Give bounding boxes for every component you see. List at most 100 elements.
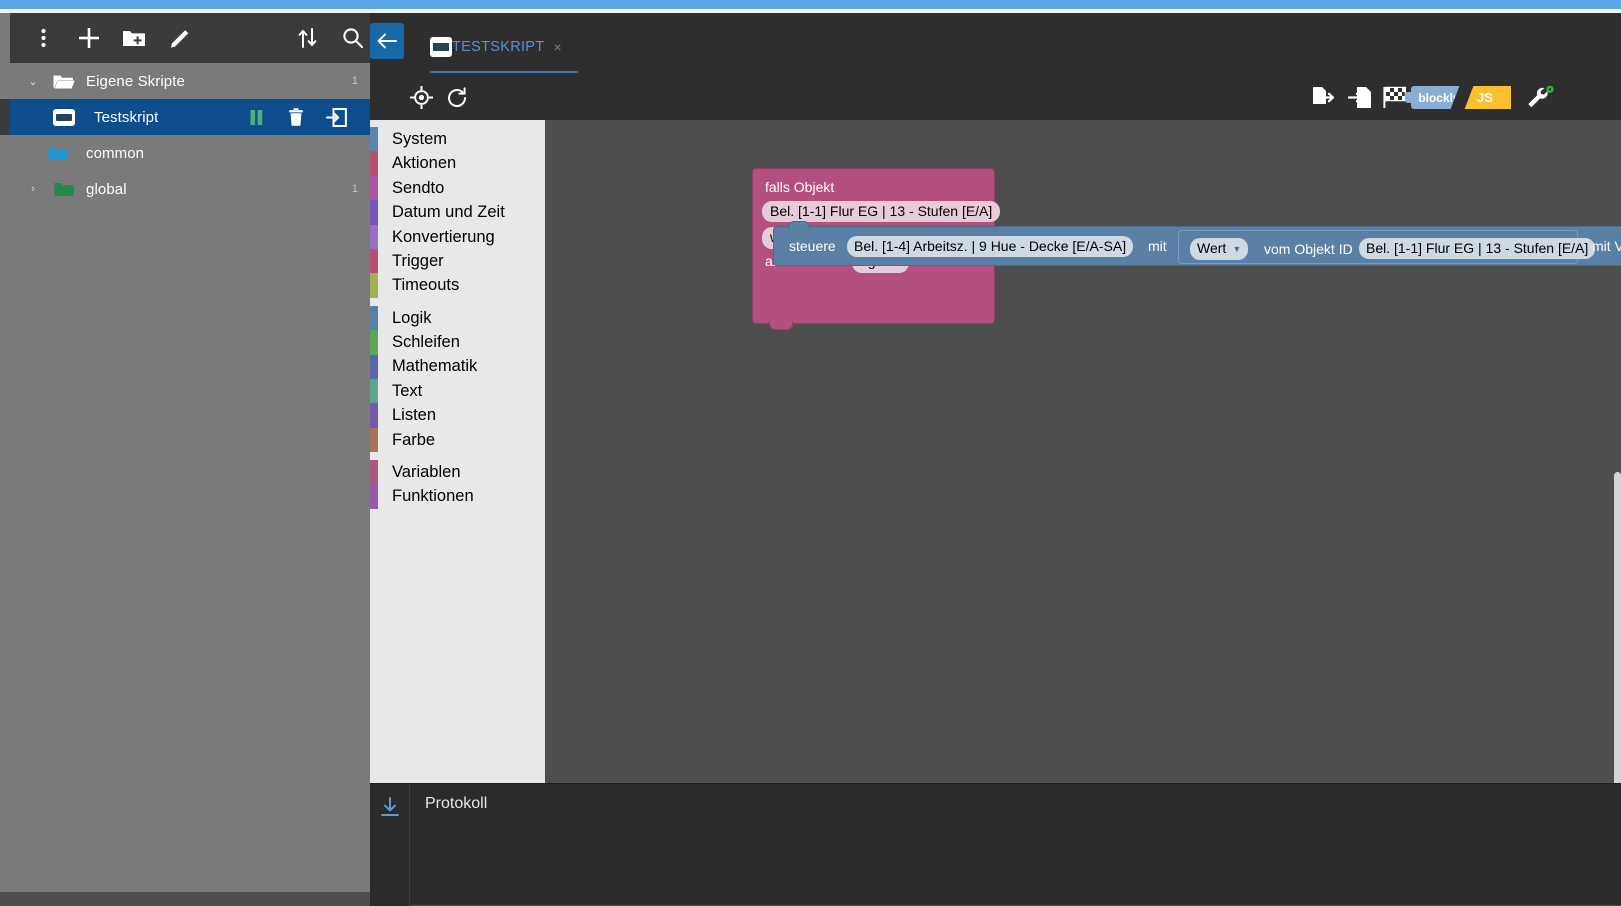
tab-label: TESTSKRIPT bbox=[452, 39, 545, 55]
new-script-button[interactable] bbox=[66, 13, 112, 63]
block-control-state[interactable]: steuere Bel. [1-4] Arbeitsz. | 9 Hue - D… bbox=[773, 221, 1621, 266]
category-label: Farbe bbox=[392, 430, 436, 449]
search-button[interactable] bbox=[330, 13, 370, 63]
tree-item-global[interactable]: › global 1 bbox=[0, 171, 370, 207]
arrow-into-box-icon bbox=[325, 107, 347, 127]
tree-item-eigene-skripte[interactable]: ⌄ Eigene Skripte 1 bbox=[0, 63, 370, 99]
back-button[interactable] bbox=[370, 23, 404, 59]
chevron-down-icon: ▼ bbox=[1232, 244, 1242, 255]
blockly-workspace-area: System Aktionen Sendto Datum und Zeit Ko… bbox=[370, 120, 1621, 783]
dots-vertical-icon bbox=[40, 28, 46, 48]
toolbox-category-farbe[interactable]: Farbe bbox=[370, 427, 545, 453]
folder-open-icon bbox=[48, 73, 80, 90]
import-icon bbox=[1348, 87, 1371, 108]
sort-button[interactable] bbox=[285, 13, 331, 63]
category-label: Listen bbox=[392, 406, 437, 425]
category-color-swatch bbox=[370, 127, 378, 152]
toolbox-category-schleifen[interactable]: Schleifen bbox=[370, 330, 545, 355]
editor-toolbar: blockly JS bbox=[370, 75, 1621, 120]
script-tree: ⌄ Eigene Skripte 1 Testskript common › g… bbox=[0, 63, 370, 892]
script-icon bbox=[48, 108, 80, 126]
toolbox-category-trigger[interactable]: Trigger bbox=[370, 248, 545, 274]
sort-arrows-icon bbox=[298, 28, 317, 48]
tree-row-actions bbox=[236, 99, 370, 135]
sidebar-toolbar bbox=[10, 13, 370, 63]
field-value-source-id[interactable]: Bel. [1-1] Flur EG | 13 - Stufen [E/A] bbox=[1359, 238, 1596, 259]
pause-script-button[interactable] bbox=[236, 99, 276, 135]
toolbox-category-konvertierung[interactable]: Konvertierung bbox=[370, 224, 545, 249]
reload-button[interactable] bbox=[436, 75, 478, 120]
chevron-down-icon[interactable]: ⌄ bbox=[18, 75, 48, 88]
tree-item-count: 1 bbox=[351, 75, 358, 87]
crosshair-icon bbox=[409, 86, 433, 109]
close-icon[interactable]: × bbox=[553, 37, 561, 57]
field-trigger-object-id[interactable]: Bel. [1-1] Flur EG | 13 - Stufen [E/A] bbox=[762, 201, 1001, 222]
toolbox-category-timeouts[interactable]: Timeouts bbox=[370, 273, 545, 298]
toolbox-category-system[interactable]: System bbox=[370, 127, 545, 152]
category-label: Trigger bbox=[392, 251, 444, 270]
protokoll-title: Protokoll bbox=[425, 795, 488, 812]
category-color-swatch bbox=[370, 460, 378, 485]
plus-icon bbox=[79, 28, 99, 48]
block-trigger-title: falls Objekt bbox=[765, 179, 835, 195]
checkered-flag-icon bbox=[1382, 86, 1406, 108]
block-control-with-label: mit bbox=[1148, 238, 1167, 254]
category-color-swatch bbox=[370, 427, 378, 453]
toolbox-category-listen[interactable]: Listen bbox=[370, 403, 545, 428]
category-color-swatch bbox=[370, 224, 378, 249]
app-accent-bar bbox=[0, 0, 1621, 9]
category-label: Konvertierung bbox=[392, 227, 495, 246]
toolbox-category-sendto[interactable]: Sendto bbox=[370, 175, 545, 201]
export-blocks-button[interactable] bbox=[1303, 75, 1343, 120]
download-log-button[interactable] bbox=[379, 796, 401, 818]
folder-plus-icon bbox=[123, 31, 145, 46]
category-color-swatch bbox=[370, 200, 378, 225]
category-label: Funktionen bbox=[392, 487, 474, 506]
tab-testskript[interactable]: TESTSKRIPT × bbox=[430, 25, 578, 73]
field-value-kind[interactable]: Wert ▼ bbox=[1190, 238, 1249, 261]
toolbox-category-mathematik[interactable]: Mathematik bbox=[370, 354, 545, 379]
scripts-sidebar: ⌄ Eigene Skripte 1 Testskript common › g… bbox=[0, 13, 370, 892]
block-value-from-object[interactable]: Wert ▼ vom Objekt ID Bel. [1-1] Flur EG |… bbox=[1178, 230, 1596, 264]
toolbox-category-logik[interactable]: Logik bbox=[370, 305, 545, 331]
category-color-swatch bbox=[370, 403, 378, 428]
search-icon bbox=[343, 28, 364, 49]
category-color-swatch bbox=[370, 354, 378, 379]
category-color-swatch bbox=[370, 305, 378, 331]
export-script-button[interactable] bbox=[316, 99, 356, 135]
workspace-vscrollbar[interactable] bbox=[1614, 472, 1621, 783]
tree-item-testskript[interactable]: Testskript bbox=[0, 99, 370, 135]
category-label: Sendto bbox=[392, 178, 445, 197]
tree-item-label: Eigene Skripte bbox=[86, 72, 185, 90]
toolbox-category-variablen[interactable]: Variablen bbox=[370, 460, 545, 485]
blockly-js-mode-toggle[interactable]: blockly JS bbox=[1405, 85, 1511, 110]
field-text: Wert bbox=[1197, 240, 1227, 256]
category-color-swatch bbox=[370, 330, 378, 355]
toolbox-category-text[interactable]: Text bbox=[370, 378, 545, 404]
arrow-left-icon bbox=[377, 33, 397, 49]
category-label: Variablen bbox=[392, 463, 461, 482]
blockly-canvas[interactable]: falls Objekt Bel. [1-1] Flur EG | 13 - S… bbox=[545, 120, 1621, 783]
more-menu-button[interactable] bbox=[20, 13, 66, 63]
tree-item-count: 1 bbox=[351, 183, 358, 195]
delete-script-button[interactable] bbox=[276, 99, 316, 135]
script-icon bbox=[430, 37, 452, 57]
pause-icon bbox=[250, 109, 262, 125]
settings-button[interactable] bbox=[1518, 75, 1562, 120]
chevron-right-icon[interactable]: › bbox=[18, 183, 48, 195]
trash-icon bbox=[289, 107, 303, 126]
rename-button[interactable] bbox=[157, 13, 203, 63]
category-color-swatch bbox=[370, 175, 378, 201]
category-label: Logik bbox=[392, 308, 432, 327]
tree-item-label: common bbox=[86, 144, 145, 162]
toolbox-category-aktionen[interactable]: Aktionen bbox=[370, 151, 545, 176]
category-label: Datum und Zeit bbox=[392, 203, 505, 222]
field-control-target-id[interactable]: Bel. [1-4] Arbeitsz. | 9 Hue - Decke [E/… bbox=[847, 236, 1134, 257]
tree-item-common[interactable]: common bbox=[0, 135, 370, 171]
new-folder-button[interactable] bbox=[111, 13, 157, 63]
toolbox-category-datum-und-zeit[interactable]: Datum und Zeit bbox=[370, 200, 545, 225]
category-label: Schleifen bbox=[392, 333, 460, 352]
toolbox-separator bbox=[370, 452, 545, 460]
pencil-icon bbox=[170, 30, 189, 48]
toolbox-category-funktionen[interactable]: Funktionen bbox=[370, 484, 545, 509]
